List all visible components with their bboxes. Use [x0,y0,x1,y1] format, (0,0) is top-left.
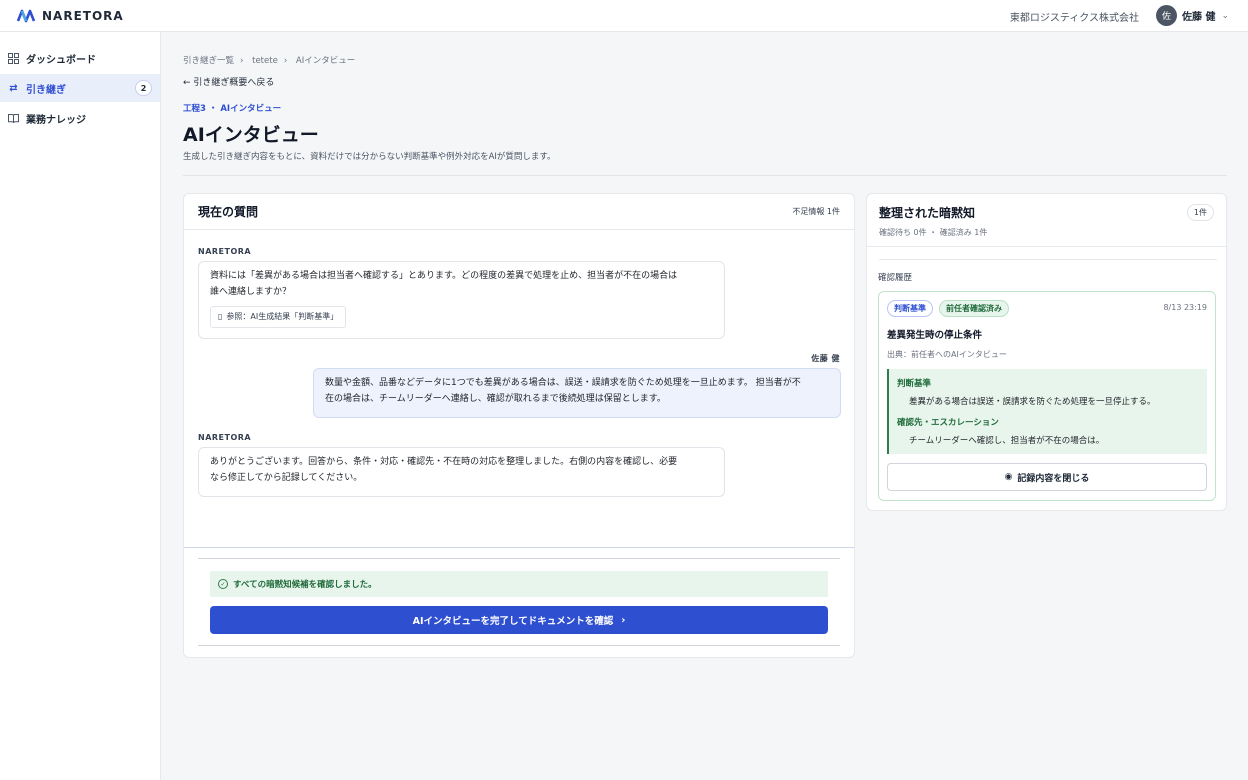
status-badge: 前任者確認済み [939,300,1009,317]
breadcrumb-item[interactable]: 引き継ぎ一覧 [183,56,234,66]
document-icon: ▯ [218,312,223,321]
composer-area: ✓ すべての暗黙知候補を確認しました。 AIインタビューを完了してドキュメントを… [184,547,854,657]
detail-text: チームリーダーへ確認し、担当者が不在の場合は。 [909,436,1105,446]
close-record-button[interactable]: ◉ 記録内容を閉じる [887,463,1207,491]
page-subtitle: 生成した引き継ぎ内容をもとに、資料だけでは分からない判断基準や例外対応をAIが質… [183,152,556,162]
sidebar: ダッシュボード ⇄ 引き継ぎ 2 業務ナレッジ [0,32,161,780]
chevron-down-icon: ⌄ [1221,10,1230,21]
history-card: 判断基準 前任者確認済み 8/13 23:19 差異発生時の停止条件 出典：前任… [878,291,1216,501]
logo[interactable]: NARETORA [16,9,124,23]
knowledge-count-badge: 1件 [1186,204,1214,221]
back-link-label: 引き継ぎ概要へ戻る [193,78,275,88]
divider [879,259,1217,260]
breadcrumb-separator: › [240,56,244,66]
history-label: 確認履歴 [878,273,913,283]
history-detail: 判断基準 差異がある場合は誤送・誤請求を防ぐため処理を一旦停止する。 確認先・エ… [887,369,1207,454]
message-sender: NARETORA [198,247,252,256]
message-sender: 佐藤 健 [811,354,840,363]
message-text: 誰へ連絡しますか？ [210,287,292,297]
question-panel: 現在の質問 不足情報 1件 NARETORA 資料には「差異がある場合は担当者へ… [183,193,855,658]
detail-heading: 確認先・エスカレーション [897,418,999,428]
ai-message: 資料には「差異がある場合は担当者へ確認する」とあります。どの程度の差異で処理を止… [198,261,725,339]
top-bar: NARETORA 東都ロジスティクス株式会社 佐 佐藤 健 ⌄ [0,0,1248,32]
reference-chip[interactable]: ▯ 参照：AI生成結果「判断基準」 [210,306,347,328]
detail-heading: 判断基準 [897,379,932,389]
breadcrumb: 引き継ぎ一覧 › tetete › AIインタビュー [183,54,361,66]
knowledge-panel: 整理された暗黙知 確認待ち 0件 ・ 確認済み 1件 1件 確認履歴 判断基準 … [866,193,1227,511]
sidebar-item-knowledge[interactable]: 業務ナレッジ [0,104,160,132]
message-sender: NARETORA [198,433,252,442]
arrow-left-icon: ← [183,78,191,88]
finish-interview-button[interactable]: AIインタビューを完了してドキュメントを確認 › [210,606,828,634]
history-source: 出典：前任者へのAIインタビュー [887,350,1007,359]
divider [183,175,1227,176]
user-name: 佐藤 健 [1182,12,1216,23]
dashboard-icon [8,52,19,64]
sidebar-item-label: 引き継ぎ [26,84,66,96]
step-label: 工程3 ・ AIインタビュー [183,104,282,114]
history-title: 差異発生時の停止条件 [887,330,983,341]
company-name: 東都ロジスティクス株式会社 [1009,13,1139,24]
swap-icon: ⇄ [9,82,18,94]
back-link[interactable]: ← 引き継ぎ概要へ戻る [183,75,274,88]
breadcrumb-item: AIインタビュー [295,56,356,66]
message-text: なら修正してから記録してください。 [210,473,363,483]
check-circle-icon: ✓ [218,579,228,589]
message-text: 在の場合は、チームリーダーへ連絡し、確認が取れるまで後続処理は保留とします。 [325,394,666,404]
category-tag: 判断基準 [887,300,933,317]
message-text: 資料には「差異がある場合は担当者へ確認する」とあります。どの程度の差異で処理を止… [210,271,678,281]
divider [198,645,840,646]
user-message: 数量や金額、品番などデータに1つでも差異がある場合は、誤送・誤請求を防ぐため処理… [313,368,841,418]
breadcrumb-item[interactable]: tetete [252,56,278,66]
detail-text: 差異がある場合は誤送・誤請求を防ぐため処理を一旦停止する。 [909,397,1156,407]
eye-icon: ◉ [1004,472,1013,482]
history-timestamp: 8/13 23:19 [1163,303,1207,312]
question-panel-title: 現在の質問 [198,205,259,219]
knowledge-summary: 確認待ち 0件 ・ 確認済み 1件 [879,228,988,237]
sidebar-item-label: ダッシュボード [26,54,96,66]
sidebar-item-dashboard[interactable]: ダッシュボード [0,44,160,72]
question-panel-header: 現在の質問 不足情報 1件 [184,194,854,230]
completion-message: すべての暗黙知候補を確認しました。 [233,580,377,590]
sidebar-item-label: 業務ナレッジ [26,114,86,126]
message-text: 数量や金額、品番などデータに1つでも差異がある場合は、誤送・誤請求を防ぐため処理… [325,378,801,388]
knowledge-panel-title: 整理された暗黙知 [879,206,976,220]
completion-banner: ✓ すべての暗黙知候補を確認しました。 [210,571,828,597]
missing-info-count: 不足情報 1件 [792,207,840,216]
reference-label: 参照：AI生成結果「判断基準」 [226,312,339,321]
knowledge-panel-header: 整理された暗黙知 確認待ち 0件 ・ 確認済み 1件 1件 [867,194,1226,247]
book-icon [8,113,19,124]
close-record-label: 記録内容を閉じる [1017,473,1090,484]
user-menu[interactable]: 佐 佐藤 健 ⌄ [1156,5,1229,26]
finish-interview-label: AIインタビューを完了してドキュメントを確認 [412,616,614,627]
sidebar-item-handover[interactable]: ⇄ 引き継ぎ 2 [0,74,160,102]
ai-message: ありがとうございます。回答から、条件・対応・確認先・不在時の対応を整理しました。… [198,447,725,497]
count-badge: 2 [135,80,152,96]
chevron-right-icon: › [621,614,626,626]
logo-text: NARETORA [42,8,124,23]
logo-mark-icon [16,9,36,22]
message-text: ありがとうございます。回答から、条件・対応・確認先・不在時の対応を整理しました。… [210,457,678,467]
avatar: 佐 [1156,5,1177,26]
divider [198,558,840,559]
page-title: AIインタビュー [183,124,319,146]
breadcrumb-separator: › [283,56,288,66]
